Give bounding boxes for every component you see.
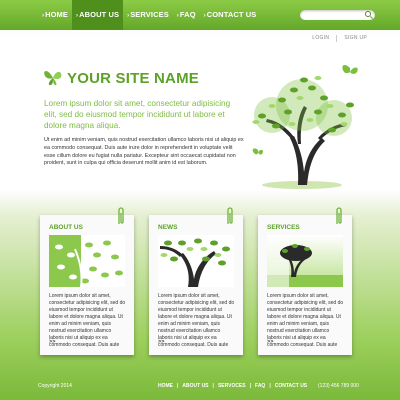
- read-more-link[interactable]: >>: [158, 339, 164, 345]
- footer-copyright: Copyright 2014: [38, 383, 72, 389]
- footer-link-home[interactable]: HOME: [155, 383, 176, 389]
- paperclip-icon: [227, 207, 233, 224]
- card-image: [267, 235, 343, 287]
- card-title: ABOUT US: [49, 224, 83, 231]
- footer-phone: (123) 456 789 000: [318, 383, 359, 389]
- nav-services[interactable]: ›SERVICES: [123, 0, 173, 30]
- tree-illustration: [252, 65, 358, 189]
- search-icon[interactable]: [365, 11, 371, 17]
- footer-link-about-us[interactable]: ABOUT US: [179, 383, 211, 389]
- site-name: YOUR SITE NAME: [67, 70, 199, 87]
- card-image: [49, 235, 125, 287]
- paperclip-icon: [336, 207, 342, 224]
- chevron-right-icon: ›: [127, 13, 130, 19]
- intro-lead-text: Lorem ipsum dolor sit amet, consectetur …: [44, 99, 231, 130]
- card-about-us: ABOUT US Lorem ipsum dolor sit amet, con…: [40, 207, 134, 355]
- signup-link[interactable]: SIGN UP: [337, 35, 374, 42]
- footer-link-contact-us[interactable]: CONTACT US: [272, 383, 310, 389]
- card-text: Lorem ipsum dolor sit amet, consectetur …: [267, 293, 344, 348]
- chevron-right-icon: ›: [76, 13, 79, 19]
- nav-faq-label: FAQ: [179, 10, 196, 19]
- nav-home-label: HOME: [45, 10, 69, 19]
- card-services: SERVICES Lorem ipsum dolor sit amet, con…: [258, 207, 352, 355]
- nav-home[interactable]: ›HOME: [38, 0, 72, 30]
- chevron-right-icon: ›: [176, 13, 179, 19]
- paperclip-icon: [118, 207, 124, 224]
- card-news: NEWS Lorem ipsum dolor sit amet, consect…: [149, 207, 243, 355]
- footer-nav: HOME | ABOUT US | SERVOCES | FAQ | CONTA…: [155, 383, 310, 389]
- footer-link-faq[interactable]: FAQ: [252, 383, 268, 389]
- nav-faq[interactable]: ›FAQ: [173, 0, 200, 30]
- top-navigation-bar: ›HOME ›ABOUT US ›SERVICES ›FAQ ›CONTACT …: [0, 0, 400, 30]
- nav-contact-us-label: CONTACT US: [206, 10, 257, 19]
- login-link[interactable]: LOGIN: [305, 35, 336, 42]
- nav-contact-us[interactable]: ›CONTACT US: [200, 0, 261, 30]
- intro-body-text: Ut enim ad minim veniam, quis nostrud ex…: [44, 137, 244, 167]
- main-nav: ›HOME ›ABOUT US ›SERVICES ›FAQ ›CONTACT …: [38, 0, 260, 30]
- card-title: SERVICES: [267, 224, 300, 231]
- nav-about-us-label: ABOUT US: [79, 10, 120, 19]
- read-more-link[interactable]: >>: [267, 339, 273, 345]
- card-title: NEWS: [158, 224, 178, 231]
- card-image: [158, 235, 234, 287]
- chevron-right-icon: ›: [203, 13, 206, 19]
- card-text: Lorem ipsum dolor sit amet, consectetur …: [158, 293, 235, 348]
- auth-links: LOGIN SIGN UP: [305, 35, 374, 42]
- nav-about-us[interactable]: ›ABOUT US: [72, 0, 124, 30]
- search-input[interactable]: [300, 10, 375, 20]
- footer-link-services[interactable]: SERVOCES: [215, 383, 249, 389]
- butterfly-logo-icon: [44, 71, 62, 86]
- card-text: Lorem ipsum dolor sit amet, consectetur …: [49, 293, 126, 348]
- read-more-link[interactable]: >>: [49, 339, 55, 345]
- chevron-right-icon: ›: [42, 13, 45, 19]
- nav-services-label: SERVICES: [130, 10, 169, 19]
